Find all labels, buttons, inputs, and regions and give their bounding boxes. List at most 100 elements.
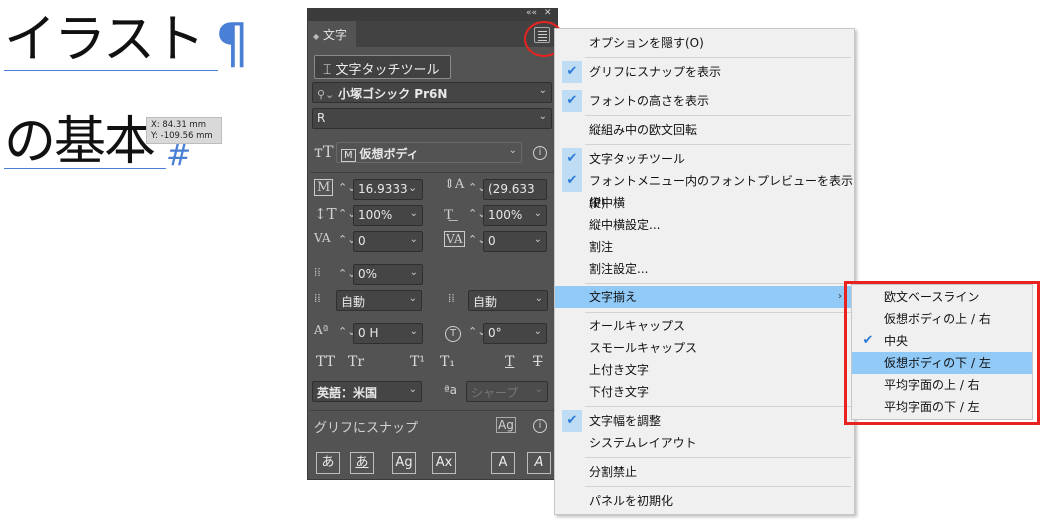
font-height-reference-select[interactable]: M 仮想ボディ ⌄ xyxy=(336,142,522,163)
tracking-value: 0 xyxy=(488,234,496,248)
menu-item-no-break[interactable]: 分割禁止 xyxy=(555,461,854,483)
aki-left-select[interactable]: 自動 ⌄ xyxy=(336,290,422,311)
snap-button-6[interactable]: A xyxy=(527,452,551,474)
menu-separator xyxy=(585,486,851,487)
menu-item-label: スモールキャップス xyxy=(589,341,698,355)
baseline-shift-input[interactable]: 0 H ⌄ xyxy=(353,323,423,344)
snap-button-1[interactable]: あ xyxy=(316,452,340,474)
checkmark-icon: ✔ xyxy=(562,61,582,83)
checkmark-icon: ✔ xyxy=(562,170,582,192)
horizontal-scale-icon: T͟ xyxy=(444,205,454,223)
chevron-down-icon: ⌄ xyxy=(409,326,418,337)
reference-prefix: M xyxy=(341,149,356,162)
menu-item-label: オプションを隠す(O) xyxy=(589,36,704,50)
menu-item-label: 上付き文字 xyxy=(589,363,650,377)
horizontal-scale-value: 100% xyxy=(488,208,523,222)
menu-separator xyxy=(585,283,851,284)
menu-item-label: システムレイアウト xyxy=(589,436,697,450)
font-style-select[interactable]: R ⌄ xyxy=(312,108,552,129)
menu-item-small-caps[interactable]: スモールキャップス xyxy=(555,337,854,359)
snap-button-4[interactable]: Ax xyxy=(432,452,456,474)
all-caps-button[interactable]: TT xyxy=(316,354,335,370)
chevron-down-icon: ⌄ xyxy=(409,208,418,219)
kerning-value: 0 xyxy=(358,234,366,248)
text-baseline-2 xyxy=(4,168,166,169)
menu-separator xyxy=(585,457,851,458)
snap-button-5[interactable]: A xyxy=(491,452,515,474)
menu-separator xyxy=(585,312,851,313)
menu-item-system-layout[interactable]: システムレイアウト xyxy=(555,432,854,454)
superscript-button[interactable]: T¹ xyxy=(410,354,425,370)
language-value: 英語：米国 xyxy=(317,386,378,400)
underline-button[interactable]: T xyxy=(505,354,514,370)
menu-item-show-font-height[interactable]: ✔ フォントの高さを表示 xyxy=(555,90,854,112)
menu-item-show-snap-to-glyph[interactable]: ✔ グリフにスナップを表示 xyxy=(555,61,854,83)
menu-separator xyxy=(585,406,851,407)
menu-item-label: 縦中横設定... xyxy=(589,218,661,232)
menu-item-label: パネルを初期化 xyxy=(589,494,674,508)
tsume-input[interactable]: 0% ⌄ xyxy=(353,264,423,285)
touch-type-tool-button[interactable]: ⌶ 文字タッチツール xyxy=(314,55,451,79)
menu-item-character-alignment[interactable]: 文字揃え › xyxy=(555,286,854,308)
snap-button-3[interactable]: Ag xyxy=(392,452,416,474)
vertical-scale-input[interactable]: 100% ⌄ xyxy=(353,205,423,226)
language-select[interactable]: 英語：米国 ⌄ xyxy=(312,381,422,402)
chevron-down-icon[interactable]: ⌄ xyxy=(408,181,417,194)
kerning-input[interactable]: 0 ⌄ xyxy=(353,231,423,252)
leading-icon: ⇕A xyxy=(444,177,465,192)
menu-item-warichu-settings[interactable]: 割注設定... xyxy=(555,258,854,280)
menu-item-touch-type-tool[interactable]: ✔ 文字タッチツール xyxy=(555,148,854,170)
tooltip-y: Y: -109.56 mm xyxy=(151,131,213,141)
close-panel-icon[interactable]: ✕ xyxy=(544,8,552,18)
menu-item-label: グリフにスナップを表示 xyxy=(589,65,722,79)
menu-item-font-preview[interactable]: ✔ フォントメニュー内のフォントプレビューを表示(P) xyxy=(555,170,854,210)
menu-item-label: オールキャップス xyxy=(589,319,686,333)
aki-right-value: 自動 xyxy=(473,295,498,309)
antialias-select[interactable]: シャープ ⌄ xyxy=(466,381,548,402)
menu-item-rotate-roman[interactable]: 縦組み中の欧文回転 xyxy=(555,119,854,141)
menu-item-all-caps[interactable]: オールキャップス xyxy=(555,315,854,337)
chevron-down-icon: ⌄ xyxy=(533,326,542,337)
menu-item-label: 文字タッチツール xyxy=(589,152,686,166)
panel-tab-bar: ◆ 文字 xyxy=(308,21,557,47)
collapse-panel-icon[interactable]: «« xyxy=(526,8,537,18)
horizontal-scale-input[interactable]: 100% ⌄ xyxy=(483,205,547,226)
menu-item-reset-panel[interactable]: パネルを初期化 xyxy=(555,490,854,512)
rotation-input[interactable]: 0° ⌄ xyxy=(483,323,547,344)
separator xyxy=(310,410,555,411)
tracking-input[interactable]: 0 ⌄ xyxy=(483,231,547,252)
antialias-value: シャープ xyxy=(471,386,519,400)
subscript-button[interactable]: T₁ xyxy=(440,354,455,370)
separator xyxy=(310,172,555,173)
aki-right-select[interactable]: 自動 ⌄ xyxy=(468,290,548,311)
document-text-line-2: の基本 xyxy=(4,112,156,172)
menu-item-tate-chu-yoko[interactable]: 縦中横 xyxy=(555,192,854,214)
annotation-box xyxy=(844,281,1040,425)
info-icon[interactable]: i xyxy=(533,419,547,433)
chevron-down-icon: ⌄ xyxy=(409,234,418,245)
snap-button-2[interactable]: あ xyxy=(350,452,374,474)
checkmark-icon: ✔ xyxy=(562,148,582,170)
tab-character[interactable]: ◆ 文字 xyxy=(308,21,356,47)
glyph-snap-icon[interactable]: Ag xyxy=(496,417,516,433)
menu-item-subscript[interactable]: 下付き文字 xyxy=(555,381,854,403)
menu-item-fit-character-width[interactable]: ✔ 文字幅を調整 xyxy=(555,410,854,432)
panel-context-menu: オプションを隠す(O) ✔ グリフにスナップを表示 ✔ フォントの高さを表示 縦組み… xyxy=(554,28,855,515)
tsume-value: 0% xyxy=(358,267,378,281)
character-rotation-icon: T xyxy=(445,326,461,342)
menu-item-label: 割注 xyxy=(589,240,614,254)
font-family-select[interactable]: ⚲⌄ 小塚ゴシック Pr6N ⌄ xyxy=(312,82,552,103)
small-caps-button[interactable]: Tr xyxy=(348,354,364,370)
menu-item-tate-chu-yoko-settings[interactable]: 縦中横設定... xyxy=(555,214,854,236)
font-size-value: 16.9333 xyxy=(358,182,408,196)
tsume-icon: ⁞⁞ xyxy=(314,265,321,279)
strikethrough-button[interactable]: T xyxy=(533,354,542,370)
info-icon[interactable]: i xyxy=(533,146,547,160)
chevron-down-icon: ⌄ xyxy=(534,384,543,395)
leading-input[interactable]: (29.633 xyxy=(483,179,547,200)
chevron-down-icon: ⌄ xyxy=(533,234,542,245)
menu-item-hide-options[interactable]: オプションを隠す(O) xyxy=(555,32,854,54)
menu-item-superscript[interactable]: 上付き文字 xyxy=(555,359,854,381)
menu-item-warichu[interactable]: 割注 xyxy=(555,236,854,258)
menu-item-label: 分割禁止 xyxy=(589,465,638,479)
